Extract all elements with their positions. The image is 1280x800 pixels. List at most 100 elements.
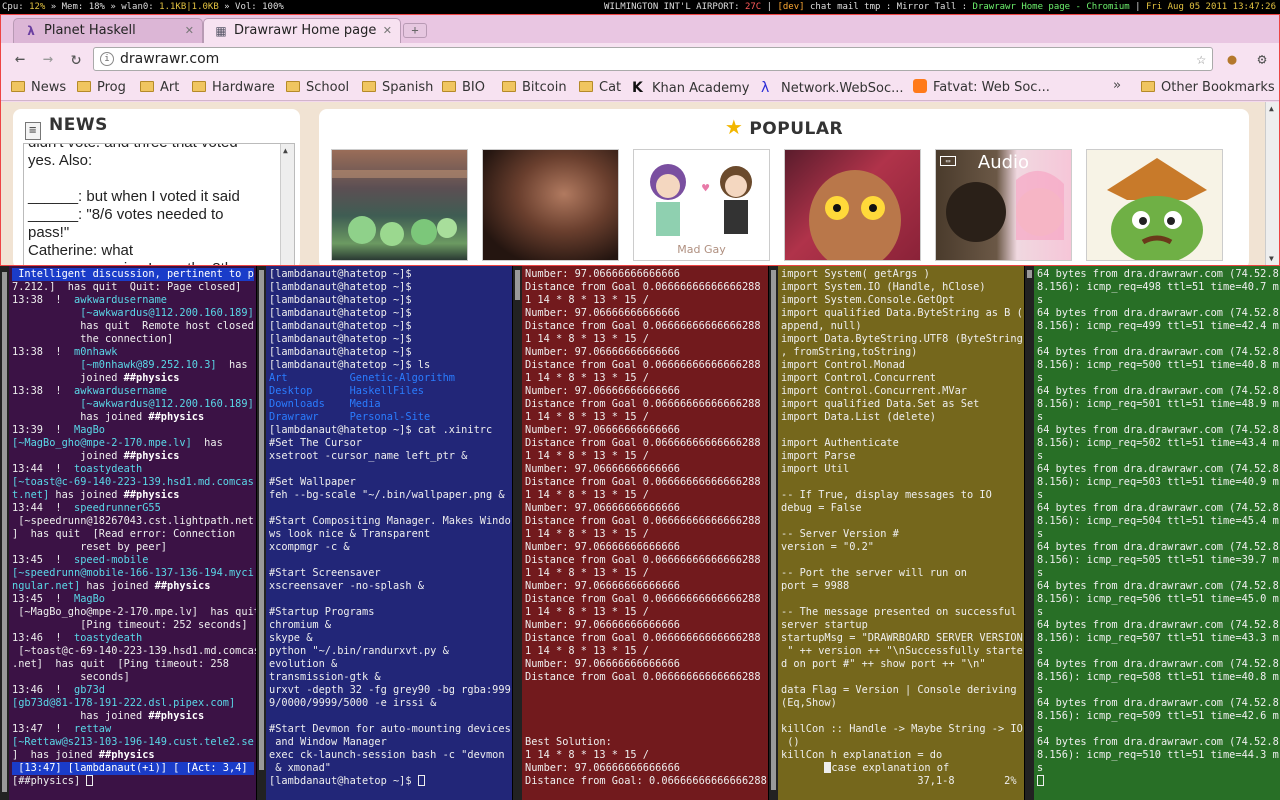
bookmark-bio[interactable]: BIO xyxy=(442,75,485,101)
irc-input-line[interactable]: [##physics] xyxy=(12,775,254,788)
terminal-line: the connection] xyxy=(12,333,174,345)
bookmark-label: Prog xyxy=(97,80,126,95)
bookmark-hardware[interactable]: Hardware xyxy=(192,75,275,101)
scroll-up-icon[interactable]: ▲ xyxy=(283,146,288,155)
terminal-scrollbar[interactable] xyxy=(1025,266,1034,800)
terminal-line: 64 bytes from dra.drawrawr.com (74.52.8 xyxy=(1037,697,1279,709)
wrench-menu-icon[interactable]: ⚙ xyxy=(1252,49,1272,69)
haskell-lambda-icon: λ xyxy=(761,80,770,96)
tab-label: Drawrawr Home page xyxy=(234,23,377,38)
terminal-line: Number: 97.06666666666666 xyxy=(525,762,680,774)
popular-thumb-1[interactable] xyxy=(331,149,468,261)
terminal-line: 9/0000/9999/5000 -e irssi & xyxy=(269,697,437,709)
terminal-line: urxvt -depth 32 -fg grey90 -bg rgba:999 xyxy=(269,684,511,696)
bookmark-network-websoc[interactable]: λ Network.WebSoc... xyxy=(761,75,904,101)
thumb-art xyxy=(809,170,901,260)
terminal-line: 64 bytes from dra.drawrawr.com (74.52.8 xyxy=(1037,658,1279,670)
terminal-line: 13:44 ! toastydeath xyxy=(12,463,143,475)
terminal-line: 13:46 ! gb73d xyxy=(12,684,105,696)
bookmark-label: BIO xyxy=(462,80,485,95)
terminal-line: [~m0nhawk@89.252.10.3] has xyxy=(80,359,248,371)
tab-planet-haskell[interactable]: λ Planet Haskell ✕ xyxy=(13,18,203,43)
terminal-line: 64 bytes from dra.drawrawr.com (74.52.8 xyxy=(1037,385,1279,397)
terminal-line: import Authenticate xyxy=(781,437,899,449)
terminal-line: 8.156): icmp_req=504 ttl=51 time=45.4 m xyxy=(1037,515,1279,527)
bookmarks-overflow-icon[interactable]: » xyxy=(1113,75,1121,97)
bookmark-khan-academy[interactable]: K Khan Academy xyxy=(632,75,750,101)
popular-thumb-6[interactable] xyxy=(1086,149,1223,261)
terminal-line: import Parse xyxy=(781,450,856,462)
popular-thumb-2[interactable] xyxy=(482,149,619,261)
terminal-scrollbar[interactable] xyxy=(769,266,778,800)
workspace-list[interactable]: chat mail tmp : Mirror Tall : xyxy=(805,2,973,12)
terminal-line: 1 14 * 8 * 13 * 15 / xyxy=(525,411,649,423)
new-tab-button[interactable]: + xyxy=(403,23,427,38)
terminal-line: 64 bytes from dra.drawrawr.com (74.52.8 xyxy=(1037,580,1279,592)
shell-prompt-line[interactable]: [lambdanaut@hatetop ~]$ xyxy=(269,775,510,788)
address-bar[interactable]: i drawrawr.com ☆ xyxy=(93,47,1213,71)
scroll-up-icon[interactable]: ▲ xyxy=(1269,104,1274,113)
bookmark-other-bookmarks[interactable]: Other Bookmarks xyxy=(1141,75,1275,101)
terminal-vim-haskell[interactable]: import System( getArgs ) import System.IO… xyxy=(769,266,1024,800)
forward-button[interactable]: → xyxy=(37,49,59,69)
cookie-extension-icon[interactable]: ● xyxy=(1222,49,1242,69)
terminal-line: 64 bytes from dra.drawrawr.com (74.52.8 xyxy=(1037,541,1279,553)
terminal-line: Number: 97.06666666666666 xyxy=(525,424,680,436)
workspace-current[interactable]: [dev] xyxy=(777,2,804,12)
bookmark-star-icon[interactable]: ☆ xyxy=(1196,48,1206,70)
terminal-line: #Start Compositing Manager. Makes Windo xyxy=(269,515,511,527)
terminal-line: [lambdanaut@hatetop ~]$ ls xyxy=(269,359,431,371)
terminal-irssi[interactable]: Intelligent discussion, pertinent to p 7.… xyxy=(0,266,256,800)
reload-button[interactable]: ↻ xyxy=(65,49,87,69)
back-button[interactable]: ← xyxy=(9,49,31,69)
bookmark-fatvat-web-soc[interactable]: Fatvat: Web Soc... xyxy=(913,75,1050,101)
url-text[interactable]: drawrawr.com xyxy=(120,48,219,70)
terminal-line: #Startup Programs xyxy=(269,606,375,618)
news-line: didn't vote. and three that voted xyxy=(28,144,278,152)
terminal-line: [~awkwardus@112.200.160.189] xyxy=(80,398,254,410)
terminal-line: 1 14 * 8 * 13 * 15 / xyxy=(525,450,649,462)
terminal-line: has joined ##physics xyxy=(12,710,205,722)
tab-drawrawr-home[interactable]: ▦ Drawrawr Home page ✕ xyxy=(203,18,401,43)
page-info-icon[interactable]: i xyxy=(100,52,114,66)
terminal-output: [lambdanaut@hatetop ~]$ [lambdanaut@hatet… xyxy=(269,268,511,788)
popular-thumb-3[interactable]: ♥ Mad Gay xyxy=(633,149,770,261)
close-icon[interactable]: ✕ xyxy=(383,19,392,42)
bookmark-cat[interactable]: Cat xyxy=(579,75,621,101)
close-icon[interactable]: ✕ xyxy=(185,19,194,42)
news-scrollbar[interactable]: ▲ xyxy=(280,144,294,265)
terminal-line: import Control.Concurrent.MVar xyxy=(781,385,967,397)
terminal-line: 64 bytes from dra.drawrawr.com (74.52.8 xyxy=(1037,463,1279,475)
terminal-line: Distance from Goal 0.06666666666666288 xyxy=(525,359,761,371)
cpu-value: 12% xyxy=(29,2,46,12)
popular-thumb-4[interactable] xyxy=(784,149,921,261)
bookmark-prog[interactable]: Prog xyxy=(77,75,126,101)
terminal-scrollbar[interactable] xyxy=(513,266,522,800)
bookmark-bitcoin[interactable]: Bitcoin xyxy=(502,75,567,101)
scroll-down-icon[interactable]: ▼ xyxy=(1269,254,1274,263)
drawrawr-favicon-icon: ▦ xyxy=(215,24,227,38)
terminal-xinitrc[interactable]: [lambdanaut@hatetop ~]$ [lambdanaut@hatet… xyxy=(257,266,512,800)
terminal-line: 1 14 * 8 * 13 * 15 / xyxy=(525,606,649,618)
vim-cursor-line: case explanation of xyxy=(781,762,1022,775)
terminal-genetic-algorithm[interactable]: Number: 97.06666666666666 Distance from G… xyxy=(513,266,768,800)
terminal-line: Number: 97.06666666666666 xyxy=(525,619,680,631)
terminal-line: import System( getArgs ) xyxy=(781,268,930,280)
bookmark-art[interactable]: Art xyxy=(140,75,179,101)
bookmark-school[interactable]: School xyxy=(286,75,349,101)
terminal-line: [~speedrunn@mobile-166-137-136-194.myci xyxy=(12,567,254,579)
news-scroll-area[interactable]: didn't vote. and three that votedyes. Al… xyxy=(23,143,295,265)
terminal-ping[interactable]: 64 bytes from dra.drawrawr.com (74.52.8 8… xyxy=(1025,266,1280,800)
terminal-scrollbar[interactable] xyxy=(0,266,9,800)
bookmark-news[interactable]: News xyxy=(11,75,66,101)
popular-thumb-5[interactable]: Audio ▭ xyxy=(935,149,1072,261)
browser-toolbar: ← → ↻ i drawrawr.com ☆ ● ⚙ xyxy=(1,43,1279,75)
bookmark-spanish[interactable]: Spanish xyxy=(362,75,433,101)
terminal-line: Distance from Goal 0.06666666666666288 xyxy=(525,671,761,683)
thumb-caption: Audio xyxy=(977,152,1030,173)
page-scrollbar[interactable]: ▲ ▼ xyxy=(1265,102,1279,265)
terminal-output: Intelligent discussion, pertinent to p 7.… xyxy=(12,268,256,788)
terminal-scrollbar[interactable] xyxy=(257,266,266,800)
